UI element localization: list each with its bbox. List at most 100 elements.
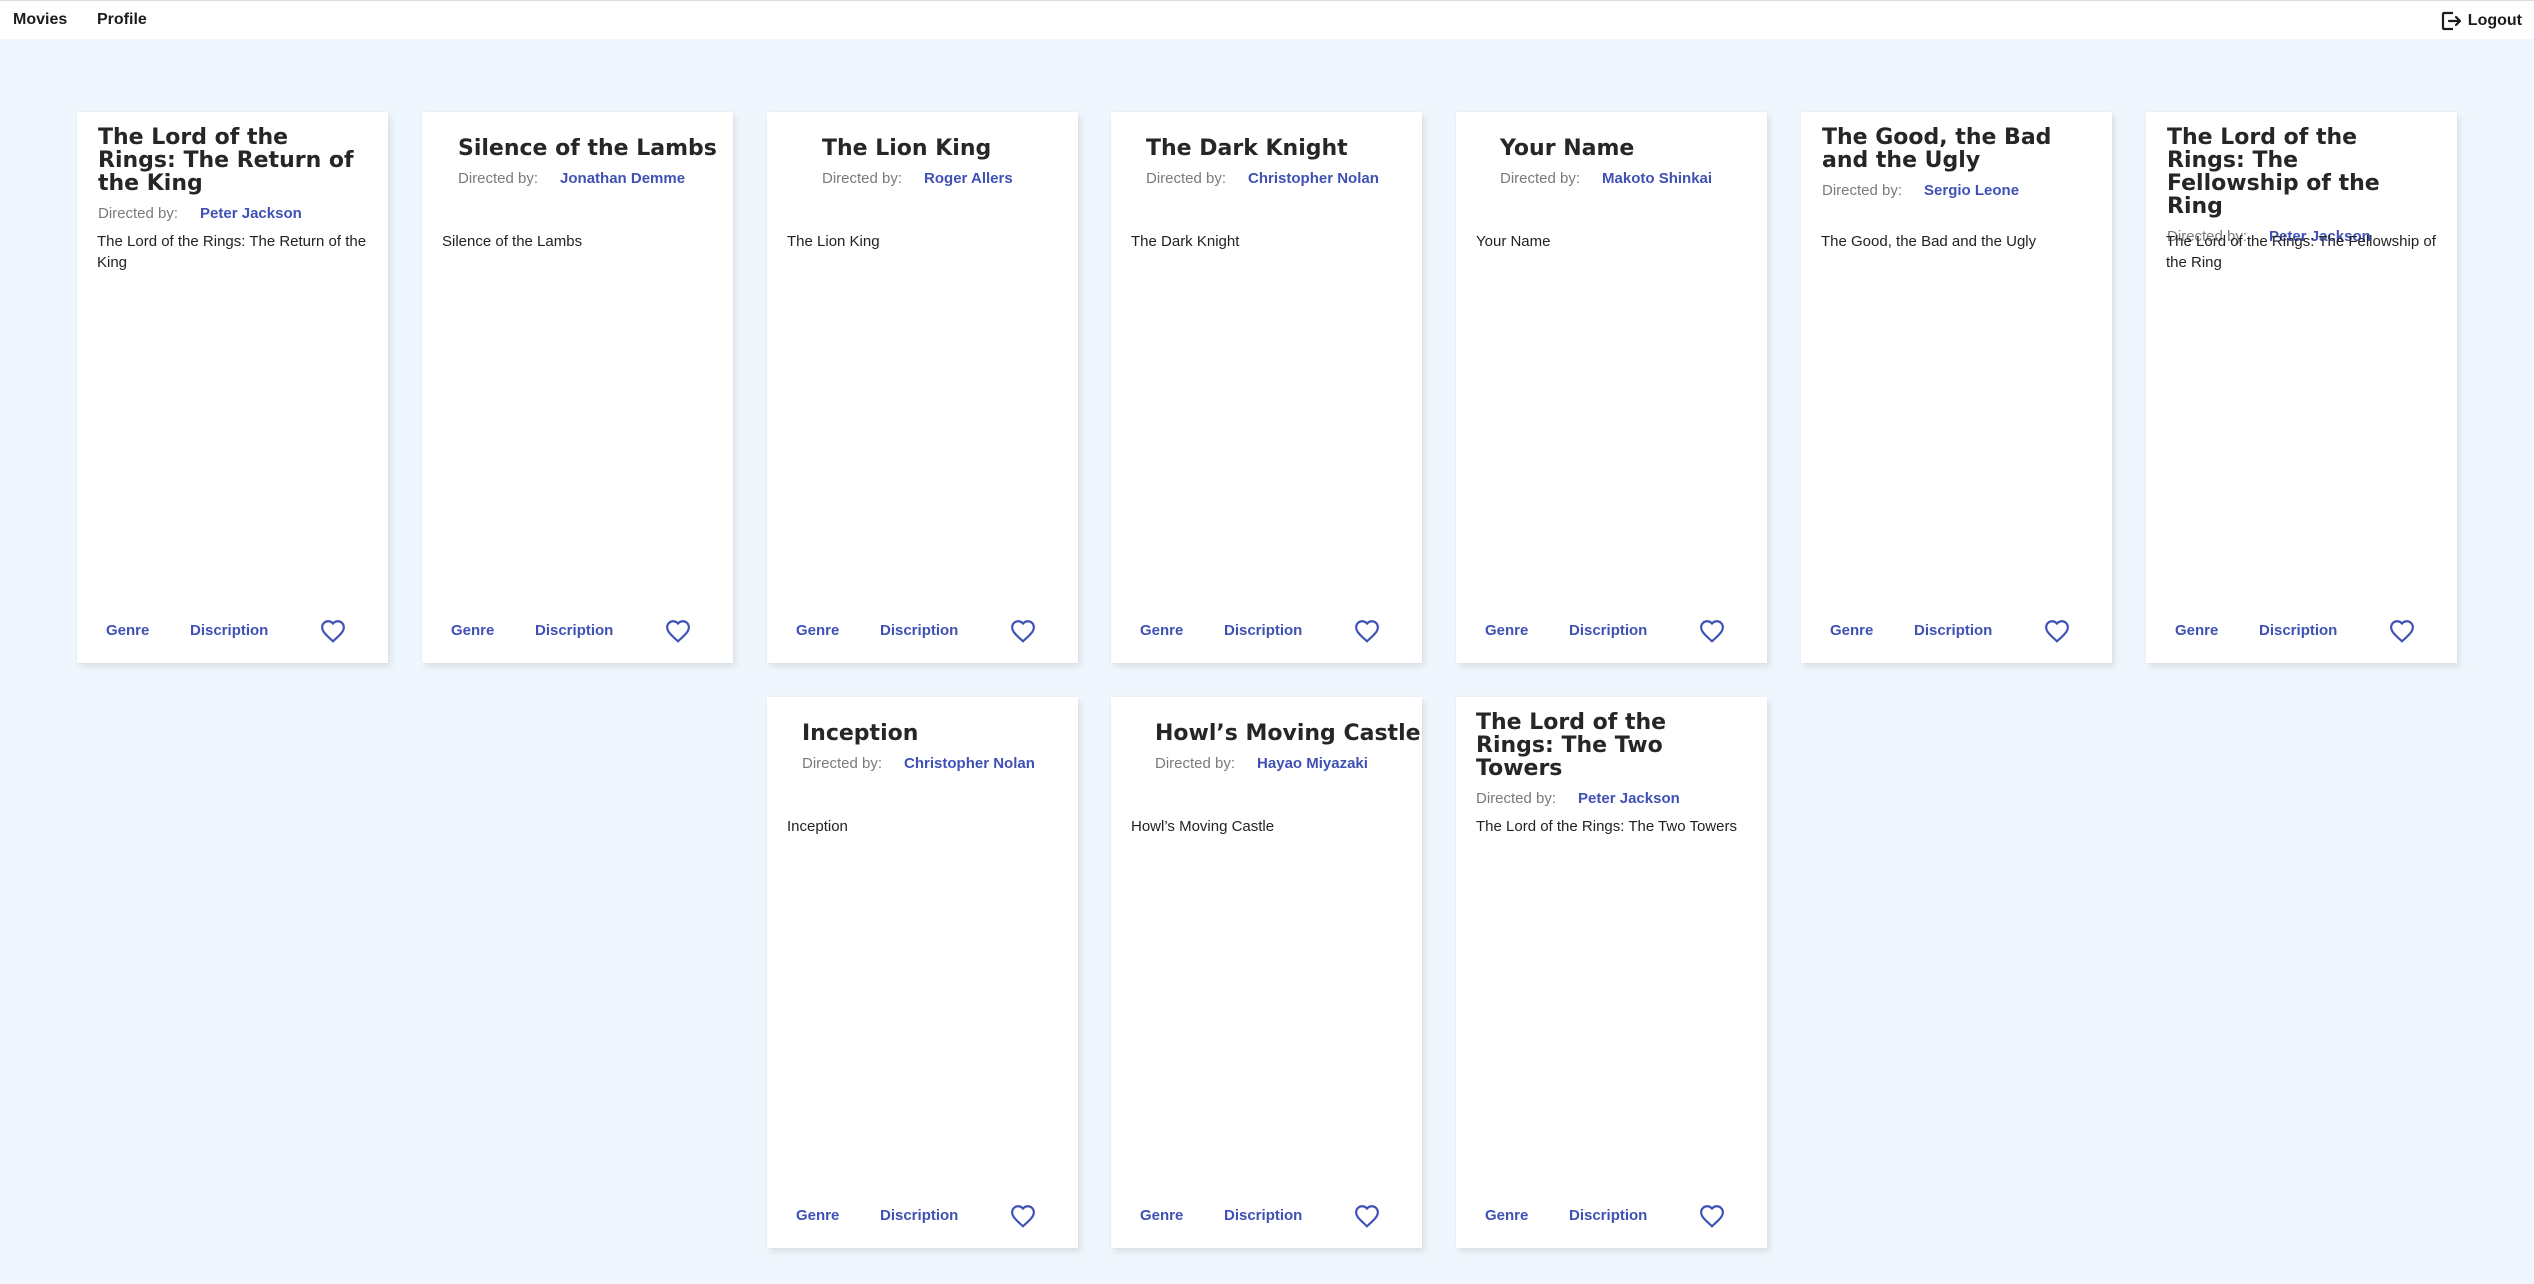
description-button[interactable]: Discription bbox=[880, 615, 958, 647]
director-link[interactable]: Hayao Miyazaki bbox=[1257, 755, 1368, 772]
movie-director-line: Directed by: Hayao Miyazaki bbox=[1155, 755, 1425, 772]
movie-director-line: Directed by: Christopher Nolan bbox=[802, 755, 1072, 772]
movie-director-line: Directed by: Sergio Leone bbox=[1822, 182, 2092, 199]
movie-director-line: Directed by: Jonathan Demme bbox=[458, 170, 728, 187]
movie-title: The Lord of the Rings: The Two Towers bbox=[1476, 710, 1667, 781]
movie-card: The Lord of the Rings: The Fellowship of… bbox=[2146, 112, 2457, 663]
directed-by-label: Directed by: bbox=[1146, 170, 1227, 187]
description-button[interactable]: Discription bbox=[1569, 1200, 1647, 1232]
favorite-button[interactable] bbox=[320, 619, 346, 643]
movie-description: Howl’s Moving Castle bbox=[1131, 818, 1275, 835]
favorite-button[interactable] bbox=[1699, 619, 1725, 643]
genre-button[interactable]: Genre bbox=[451, 615, 494, 647]
movie-title: The Dark Knight bbox=[1146, 136, 1348, 161]
genre-button[interactable]: Genre bbox=[1485, 1200, 1528, 1232]
heart-outline-icon bbox=[2045, 620, 2069, 643]
favorite-button[interactable] bbox=[2389, 619, 2415, 643]
heart-outline-icon bbox=[1700, 620, 1724, 643]
favorite-button[interactable] bbox=[1010, 619, 1036, 643]
movie-description: Your Name bbox=[1476, 233, 1551, 250]
favorite-button[interactable] bbox=[665, 619, 691, 643]
movie-card-header: Silence of the Lambs Directed by: Jonathan… bbox=[458, 137, 728, 187]
favorite-button[interactable] bbox=[1354, 619, 1380, 643]
description-button[interactable]: Discription bbox=[880, 1200, 958, 1232]
favorite-button[interactable] bbox=[1354, 1204, 1380, 1228]
directed-by-label: Directed by: bbox=[98, 205, 179, 222]
movie-description: Silence of the Lambs bbox=[442, 233, 583, 250]
directed-by-label: Directed by: bbox=[1476, 790, 1557, 807]
movie-card-actions: Genre Discription bbox=[77, 615, 388, 647]
movie-card-header: Inception Directed by: Christopher Nolan bbox=[802, 722, 1072, 772]
directed-by-label: Directed by: bbox=[822, 170, 903, 187]
movie-card-header: The Lord of the Rings: The Return of the… bbox=[98, 126, 368, 222]
movie-director-line: Directed by: Peter Jackson bbox=[98, 205, 368, 222]
movie-title: The Lord of the Rings: The Fellowship of… bbox=[2167, 125, 2380, 219]
movie-card: The Lion King Directed by: Roger Allers The… bbox=[767, 112, 1078, 663]
description-button[interactable]: Discription bbox=[1224, 1200, 1302, 1232]
directed-by-label: Directed by: bbox=[802, 755, 883, 772]
director-link[interactable]: Christopher Nolan bbox=[904, 755, 1035, 772]
director-link[interactable]: Peter Jackson bbox=[1578, 790, 1680, 807]
heart-outline-icon bbox=[1355, 620, 1379, 643]
movie-card: The Good, the Bad and the Ugly Directed b… bbox=[1801, 112, 2112, 663]
movie-title: Silence of the Lambs bbox=[458, 136, 717, 161]
genre-button[interactable]: Genre bbox=[1140, 1200, 1183, 1232]
movie-card-header: Howl’s Moving Castle Directed by: Hayao Mi… bbox=[1155, 722, 1425, 772]
movie-card: Silence of the Lambs Directed by: Jonathan… bbox=[422, 112, 733, 663]
movie-director-line: Directed by: Peter Jackson bbox=[1476, 790, 1746, 807]
genre-button[interactable]: Genre bbox=[2175, 615, 2218, 647]
movie-title: Inception bbox=[802, 721, 919, 746]
heart-outline-icon bbox=[2390, 620, 2414, 643]
movie-card: The Lord of the Rings: The Two Towers Dir… bbox=[1456, 697, 1767, 1248]
genre-button[interactable]: Genre bbox=[1485, 615, 1528, 647]
movie-director-line: Directed by: Christopher Nolan bbox=[1146, 170, 1416, 187]
movie-card: Howl’s Moving Castle Directed by: Hayao Mi… bbox=[1111, 697, 1422, 1248]
favorite-button[interactable] bbox=[2044, 619, 2070, 643]
director-link[interactable]: Christopher Nolan bbox=[1248, 170, 1379, 187]
description-button[interactable]: Discription bbox=[1569, 615, 1647, 647]
heart-outline-icon bbox=[1355, 1205, 1379, 1228]
heart-outline-icon bbox=[1011, 1205, 1035, 1228]
director-link[interactable]: Makoto Shinkai bbox=[1602, 170, 1712, 187]
description-button[interactable]: Discription bbox=[190, 615, 268, 647]
movie-description: The Dark Knight bbox=[1131, 233, 1240, 250]
genre-button[interactable]: Genre bbox=[1140, 615, 1183, 647]
movie-card-header: The Lord of the Rings: The Fellowship of… bbox=[2167, 126, 2437, 245]
genre-button[interactable]: Genre bbox=[796, 615, 839, 647]
director-link[interactable]: Peter Jackson bbox=[200, 205, 302, 222]
movie-title: The Lion King bbox=[822, 136, 992, 161]
genre-button[interactable]: Genre bbox=[796, 1200, 839, 1232]
genre-button[interactable]: Genre bbox=[106, 615, 149, 647]
heart-outline-icon bbox=[666, 620, 690, 643]
description-button[interactable]: Discription bbox=[2259, 615, 2337, 647]
directed-by-label: Directed by: bbox=[1500, 170, 1581, 187]
director-link[interactable]: Sergio Leone bbox=[1924, 182, 2019, 199]
movie-card-actions: Genre Discription bbox=[1456, 615, 1767, 647]
movie-title: The Good, the Bad and the Ugly bbox=[1822, 125, 2052, 173]
movie-description: The Lord of the Rings: The Fellowship of… bbox=[2166, 233, 2436, 271]
movie-title: Your Name bbox=[1500, 136, 1635, 161]
movie-title: Howl’s Moving Castle bbox=[1155, 721, 1421, 746]
favorite-button[interactable] bbox=[1699, 1204, 1725, 1228]
movie-card-actions: Genre Discription bbox=[1456, 1200, 1767, 1232]
favorite-button[interactable] bbox=[1010, 1204, 1036, 1228]
directed-by-label: Directed by: bbox=[1155, 755, 1236, 772]
movie-description: The Lord of the Rings: The Return of the… bbox=[97, 233, 367, 271]
movie-card: The Dark Knight Directed by: Christopher N… bbox=[1111, 112, 1422, 663]
description-button[interactable]: Discription bbox=[1914, 615, 1992, 647]
description-button[interactable]: Discription bbox=[1224, 615, 1302, 647]
movie-card-header: Your Name Directed by: Makoto Shinkai bbox=[1500, 137, 1770, 187]
movie-title: The Lord of the Rings: The Return of the… bbox=[98, 125, 354, 196]
movie-card-header: The Lion King Directed by: Roger Allers bbox=[822, 137, 1092, 187]
movie-director-line: Directed by: Roger Allers bbox=[822, 170, 1092, 187]
director-link[interactable]: Roger Allers bbox=[924, 170, 1013, 187]
directed-by-label: Directed by: bbox=[458, 170, 539, 187]
movie-card: Your Name Directed by: Makoto Shinkai Your … bbox=[1456, 112, 1767, 663]
genre-button[interactable]: Genre bbox=[1830, 615, 1873, 647]
heart-outline-icon bbox=[1700, 1205, 1724, 1228]
description-button[interactable]: Discription bbox=[535, 615, 613, 647]
director-link[interactable]: Jonathan Demme bbox=[560, 170, 685, 187]
movie-grid: The Lord of the Rings: The Return of the… bbox=[0, 0, 2534, 1284]
movie-card-actions: Genre Discription bbox=[767, 1200, 1078, 1232]
movie-card: The Lord of the Rings: The Return of the… bbox=[77, 112, 388, 663]
